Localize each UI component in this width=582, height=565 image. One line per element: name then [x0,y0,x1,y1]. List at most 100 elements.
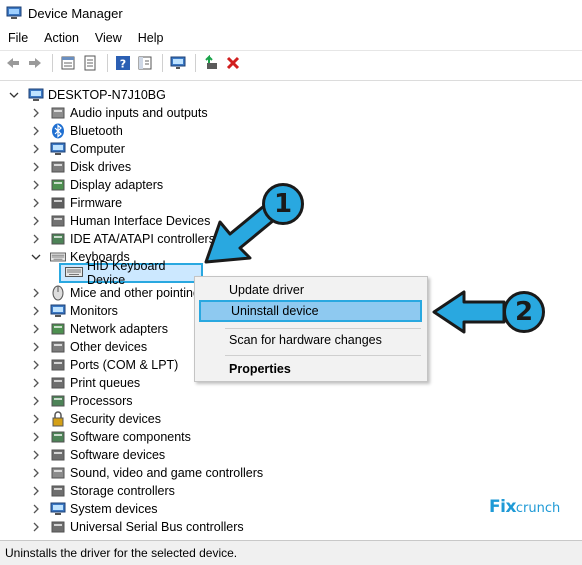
tree-category-label: Storage controllers [70,484,175,498]
chevron-right-icon[interactable] [30,377,42,389]
menu-scan-hardware[interactable]: Scan for hardware changes [195,329,427,351]
chevron-right-icon[interactable] [30,161,42,173]
tree-category-label: Ports (COM & LPT) [70,358,179,372]
device-manager-icon [6,6,22,19]
tree-category-computer[interactable]: Computer [30,140,125,158]
computer-icon [28,87,44,103]
menu-update-driver[interactable]: Update driver [195,279,427,301]
usb-icon [50,519,66,535]
help-icon[interactable]: ? [113,53,133,73]
console-tree-icon[interactable] [135,53,155,73]
chevron-right-icon[interactable] [30,305,42,317]
tree-category-display-adapter[interactable]: Display adapters [30,176,163,194]
system-device-icon [50,501,66,517]
chevron-right-icon[interactable] [30,449,42,461]
chevron-right-icon[interactable] [30,359,42,371]
tree-category-security-device[interactable]: Security devices [30,410,161,428]
annotation-badge-1: 1 [262,183,304,225]
tree-category-ide-controller[interactable]: IDE ATA/ATAPI controllers [30,230,215,248]
tree-category-label: Mice and other pointing [70,286,200,300]
network-adapter-icon [50,321,66,337]
tree-category-printer[interactable]: Print queues [30,374,140,392]
hid-icon [50,213,66,229]
chevron-right-icon[interactable] [30,215,42,227]
uninstall-x-icon[interactable] [223,53,243,73]
tree-category-sound[interactable]: Sound, video and game controllers [30,464,263,482]
tree-category-system-device[interactable]: System devices [30,500,158,518]
monitor-scan-icon[interactable] [168,53,188,73]
status-bar: Uninstalls the driver for the selected d… [0,540,582,565]
toolbar-separator [162,53,163,72]
selected-device-label: HID Keyboard Device [87,259,166,287]
chevron-down-icon[interactable] [8,89,20,101]
tree-category-label: Other devices [70,340,148,354]
menu-help[interactable]: Help [130,31,172,45]
toolbar-separator [52,53,53,72]
tree-category-firmware[interactable]: Firmware [30,194,122,212]
tree-category-label: Security devices [70,412,162,426]
svg-text:?: ? [120,57,126,70]
tree-category-storage-controller[interactable]: Storage controllers [30,482,175,500]
tree-category-label: Universal Serial Bus controllers [70,520,244,534]
tree-category-label: Software devices [70,448,166,462]
software-component-icon [50,429,66,445]
mouse-icon [50,285,66,301]
tree-category-speaker[interactable]: Audio inputs and outputs [30,104,208,122]
tree-category-label: Human Interface Devices [70,214,211,228]
chevron-right-icon[interactable] [30,179,42,191]
chevron-right-icon[interactable] [30,485,42,497]
tree-category-monitor[interactable]: Monitors [30,302,118,320]
chevron-right-icon[interactable] [30,197,42,209]
tree-category-port[interactable]: Ports (COM & LPT) [30,356,178,374]
sound-icon [50,465,66,481]
tree-root[interactable]: DESKTOP-N7J10BG [8,86,166,104]
chevron-down-icon[interactable] [30,251,42,263]
tree-category-disk-drive[interactable]: Disk drives [30,158,131,176]
chevron-right-icon[interactable] [30,395,42,407]
chevron-right-icon[interactable] [30,431,42,443]
forward-arrow-icon[interactable] [25,53,45,73]
chevron-right-icon[interactable] [30,125,42,137]
computer-icon [50,141,66,157]
tree-category-software-component[interactable]: Software components [30,428,191,446]
menu-properties[interactable]: Properties [195,358,427,380]
chevron-right-icon[interactable] [30,341,42,353]
tree-category-hid[interactable]: Human Interface Devices [30,212,210,230]
update-driver-icon[interactable] [201,53,221,73]
tree-category-processor[interactable]: Processors [30,392,133,410]
tree-category-label: Bluetooth [70,124,123,138]
show-hidden-icon[interactable] [80,53,100,73]
chevron-right-icon[interactable] [30,233,42,245]
properties-icon[interactable] [58,53,78,73]
tree-category-other-device[interactable]: Other devices [30,338,147,356]
speaker-icon [50,105,66,121]
menu-file[interactable]: File [0,31,36,45]
chevron-right-icon[interactable] [30,287,42,299]
tree-category-label: Audio inputs and outputs [70,106,208,120]
chevron-right-icon[interactable] [30,107,42,119]
toolbar-separator [107,53,108,72]
tree-category-label: IDE ATA/ATAPI controllers [70,232,215,246]
keyboard-icon [65,266,83,280]
tree-category-bluetooth[interactable]: Bluetooth [30,122,123,140]
firmware-icon [50,195,66,211]
tree-category-label: Firmware [70,196,123,210]
software-device-icon [50,447,66,463]
menu-action[interactable]: Action [36,31,87,45]
chevron-right-icon[interactable] [30,143,42,155]
tree-category-usb[interactable]: Universal Serial Bus controllers [30,518,244,536]
chevron-right-icon[interactable] [30,413,42,425]
tree-category-label: Print queues [70,376,141,390]
chevron-right-icon[interactable] [30,323,42,335]
menu-view[interactable]: View [87,31,130,45]
tree-category-software-device[interactable]: Software devices [30,446,165,464]
tree-category-label: Computer [70,142,125,156]
chevron-right-icon[interactable] [30,521,42,533]
menu-uninstall-device[interactable]: Uninstall device [199,300,422,322]
tree-category-network-adapter[interactable]: Network adapters [30,320,168,338]
back-arrow-icon[interactable] [3,53,23,73]
chevron-right-icon[interactable] [30,467,42,479]
chevron-right-icon[interactable] [30,503,42,515]
selected-device-hid-keyboard[interactable]: HID Keyboard Device [59,259,203,287]
disk-drive-icon [50,159,66,175]
